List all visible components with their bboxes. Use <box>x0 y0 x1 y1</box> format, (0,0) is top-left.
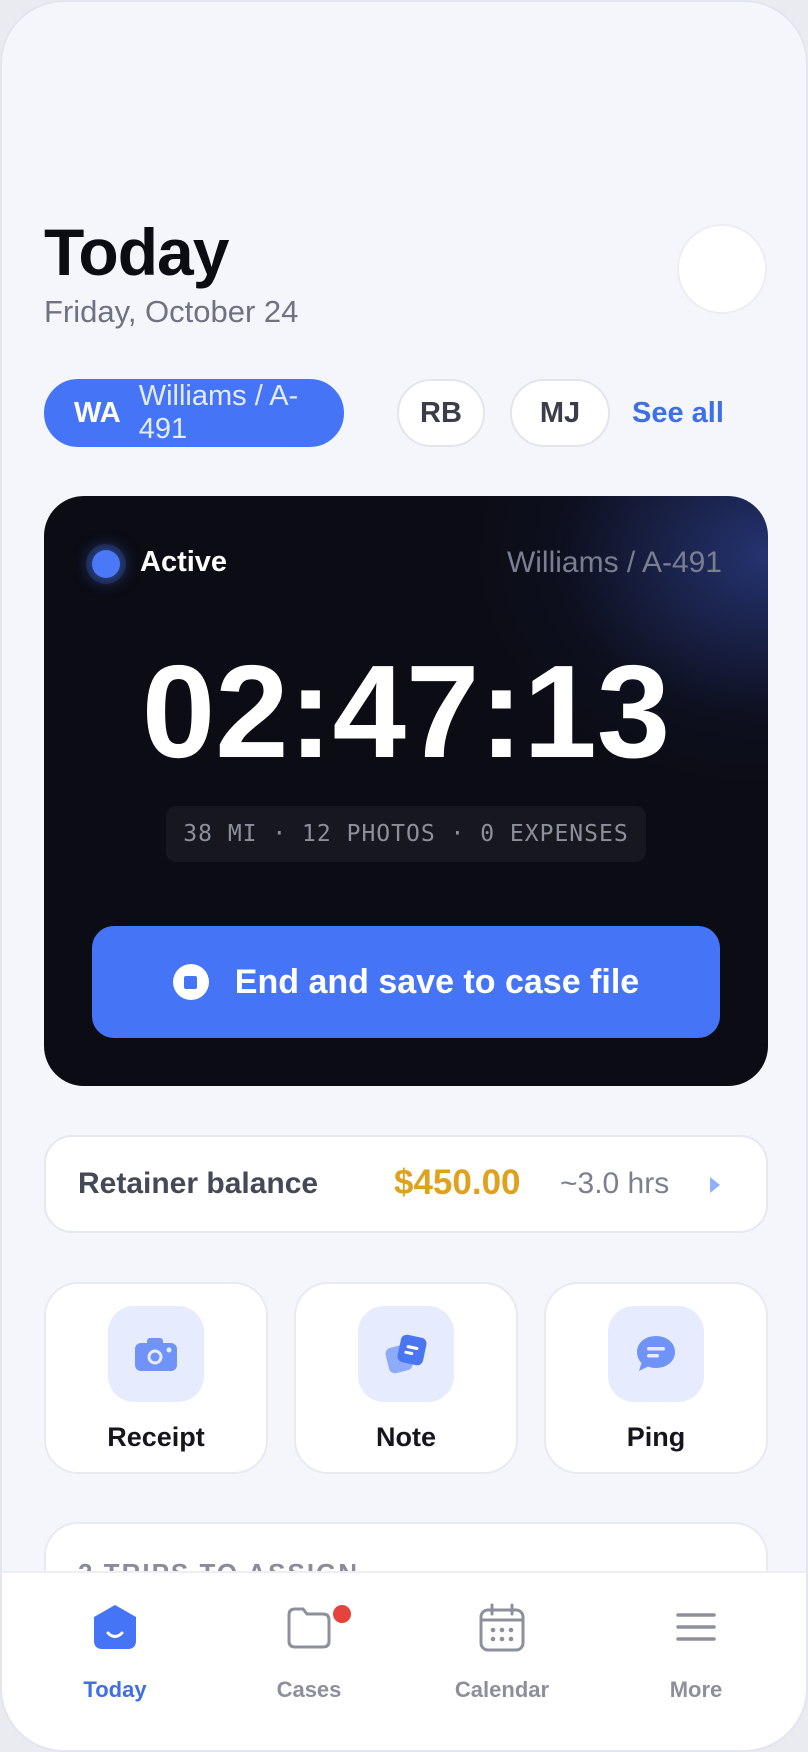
tab-today[interactable]: Today <box>35 1573 195 1750</box>
retainer-balance-row[interactable]: Retainer balance $450.00 ~3.0 hrs <box>44 1135 768 1233</box>
calendar-icon <box>479 1603 525 1652</box>
page-date: Friday, October 24 <box>44 294 299 329</box>
see-all-link[interactable]: See all <box>632 379 724 447</box>
receipt-label: Receipt <box>107 1422 205 1452</box>
tab-label: Calendar <box>454 1677 550 1702</box>
tab-label: Today <box>83 1677 147 1702</box>
status-label: Active <box>140 546 228 578</box>
chip-initials: MJ <box>539 396 581 429</box>
tab-label: More <box>669 1677 723 1702</box>
case-chip-mj[interactable]: MJ <box>510 379 610 447</box>
chip-case-label: Williams / A-491 <box>138 380 299 445</box>
chip-initials: RB <box>420 396 462 429</box>
page-title: Today <box>44 215 229 289</box>
timer-case-label: Williams / A-491 <box>506 546 722 579</box>
notification-badge <box>331 1603 353 1625</box>
end-and-save-button[interactable]: End and save to case file <box>92 926 720 1038</box>
tab-more[interactable]: More <box>616 1573 776 1750</box>
folder-icon <box>287 1607 331 1649</box>
tab-cases[interactable]: Cases <box>229 1573 389 1750</box>
chat-icon <box>608 1306 704 1402</box>
home-icon <box>94 1605 136 1649</box>
note-icon <box>358 1306 454 1402</box>
stop-icon <box>172 964 209 1000</box>
chevron-right-icon <box>710 1177 720 1193</box>
phone-screen: Today Friday, October 24 WA Williams / A… <box>0 0 808 1752</box>
camera-icon <box>108 1306 204 1402</box>
ping-action-button[interactable]: Ping <box>544 1282 768 1474</box>
elapsed-timer: 02:47:13 <box>141 638 671 785</box>
case-chips: WA Williams / A-491 RB MJ See all <box>44 379 774 447</box>
case-chip-williams[interactable]: WA Williams / A-491 <box>44 379 344 447</box>
retainer-amount: $450.00 <box>394 1163 521 1202</box>
chip-initials: WA <box>74 396 121 429</box>
status-dot-icon <box>92 550 120 578</box>
end-button-label: End and save to case file <box>234 962 640 1001</box>
note-label: Note <box>376 1422 436 1452</box>
quick-actions: Receipt Note Ping <box>44 1282 768 1474</box>
retainer-label: Retainer balance <box>78 1167 319 1200</box>
menu-icon <box>676 1613 716 1641</box>
trip-stats: 38 MI · 12 PHOTOS · 0 EXPENSES <box>166 806 646 862</box>
tab-calendar[interactable]: Calendar <box>422 1573 582 1750</box>
bottom-tab-bar: Today Cases Calendar More <box>2 1571 806 1750</box>
avatar[interactable] <box>677 224 767 314</box>
active-timer-card: Active Williams / A-491 02:47:13 38 MI ·… <box>44 496 768 1086</box>
retainer-hours: ~3.0 hrs <box>560 1167 670 1200</box>
case-chip-rb[interactable]: RB <box>397 379 485 447</box>
tab-label: Cases <box>276 1677 342 1702</box>
note-action-button[interactable]: Note <box>294 1282 518 1474</box>
ping-label: Ping <box>626 1422 686 1452</box>
receipt-action-button[interactable]: Receipt <box>44 1282 268 1474</box>
